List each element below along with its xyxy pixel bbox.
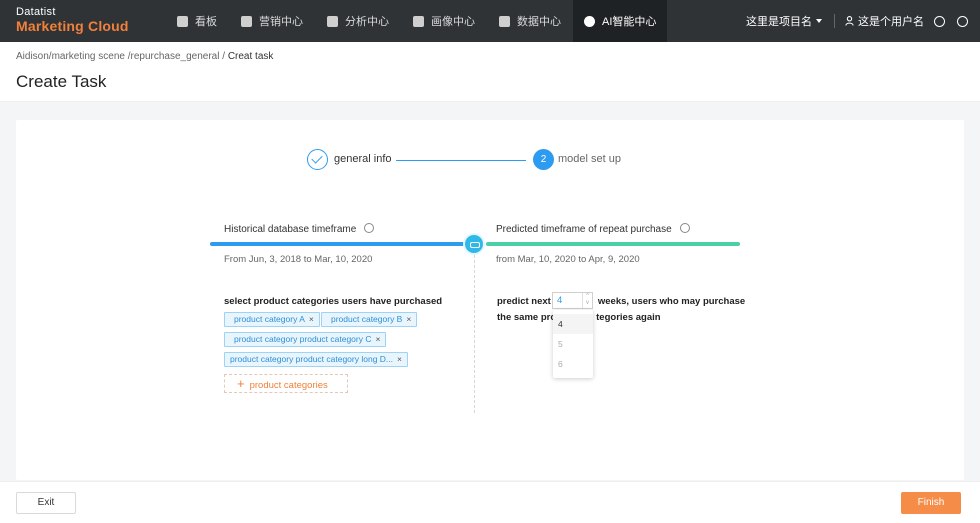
breadcrumb-current: Creat task: [227, 51, 274, 62]
top-right-area: 这里是项目名 这是个用户名: [746, 0, 980, 42]
divider: [834, 14, 835, 28]
page-title: Create Task: [16, 72, 107, 91]
settings-icon[interactable]: [957, 15, 968, 27]
page-header: Aidison/marketing scene /repurchase_gene…: [0, 42, 980, 102]
breadcrumb-item[interactable]: /repurchase_general: [128, 51, 220, 62]
chevron-up-icon[interactable]: ^: [583, 293, 592, 300]
predicted-title: Predicted timeframe of repeat purchase: [496, 223, 690, 235]
nav-item-ai[interactable]: AI智能中心: [573, 0, 668, 42]
nav-item-data[interactable]: 数据中心: [487, 0, 573, 42]
weeks-dropdown: 4 5 6: [553, 310, 593, 378]
category-tag: product category B ×: [321, 312, 418, 327]
nav-item-label: 分析中心: [345, 16, 389, 28]
weeks-value: 4: [557, 295, 563, 306]
divider: [474, 255, 475, 413]
portrait-icon: [413, 15, 424, 27]
username: 这是个用户名: [858, 16, 924, 28]
nav-item-marketing[interactable]: 营销中心: [229, 0, 315, 42]
marketing-icon: [241, 15, 252, 27]
breadcrumb-item[interactable]: marketing scene: [52, 51, 125, 62]
plus-icon: +: [237, 376, 245, 391]
tag-label: product category product category C: [234, 334, 372, 344]
data-icon: [499, 15, 510, 27]
info-icon[interactable]: [679, 223, 690, 234]
logo[interactable]: Datatist Marketing Cloud: [16, 6, 129, 35]
historical-range: From Jun, 3, 2018 to Mar, 10, 2020: [224, 254, 373, 265]
predict-text-line1: predict next weeks, users who may purchas…: [497, 296, 745, 307]
dropdown-option[interactable]: 4: [553, 314, 593, 334]
dashboard-icon: [177, 15, 188, 27]
predicted-range: from Mar, 10, 2020 to Apr, 9, 2020: [496, 254, 640, 265]
close-icon[interactable]: ×: [406, 314, 411, 324]
nav-item-dashboard[interactable]: 看板: [165, 0, 229, 42]
close-icon[interactable]: ×: [376, 334, 381, 344]
predict-suffix: weeks, users who may purchase: [597, 296, 746, 307]
category-tag: product category A ×: [224, 312, 320, 327]
predict-prefix: predict next: [497, 296, 551, 307]
exit-button[interactable]: Exit: [16, 492, 76, 514]
dropdown-option[interactable]: 6: [553, 354, 593, 374]
category-select-label: select product categories users have pur…: [224, 296, 443, 307]
predicted-title-text: Predicted timeframe of repeat purchase: [496, 224, 672, 235]
nav-item-analysis[interactable]: 分析中心: [315, 0, 401, 42]
step-number-2[interactable]: 2: [533, 149, 554, 170]
logo-brand: Datatist: [16, 6, 56, 18]
category-tag: product category product category C ×: [224, 332, 387, 347]
nav-item-label: AI智能中心: [602, 16, 657, 28]
page-footer: Exit Finish: [0, 481, 980, 523]
check-icon[interactable]: [307, 149, 328, 170]
category-tag: product category product category long D…: [224, 352, 408, 367]
tag-label: product category B: [331, 314, 403, 324]
nav-item-label: 看板: [195, 16, 217, 28]
predict-line2-a: the same pro: [497, 312, 557, 323]
user-icon: [845, 16, 854, 26]
nav-item-label: 营销中心: [259, 16, 303, 28]
user-menu[interactable]: 这是个用户名: [845, 13, 924, 29]
main-nav: 看板 营销中心 分析中心 画像中心 数据中心 AI智能中心: [165, 0, 668, 42]
tag-label: product category A: [234, 314, 305, 324]
finish-button[interactable]: Finish: [901, 492, 961, 514]
historical-title-text: Historical database timeframe: [224, 224, 357, 235]
step-connector: [396, 160, 526, 161]
historical-timeline-bar: [210, 242, 478, 246]
nav-item-label: 画像中心: [431, 16, 475, 28]
project-selector[interactable]: 这里是项目名: [746, 13, 822, 29]
task-form-card: general info 2 model set up Historical d…: [16, 120, 964, 480]
tag-label: product category product category long D…: [230, 354, 394, 364]
step-label-model-setup[interactable]: model set up: [558, 153, 621, 165]
analysis-icon: [327, 15, 338, 27]
weeks-number-input[interactable]: 4 ^ v: [552, 292, 593, 309]
predicted-timeline-bar: [486, 242, 740, 246]
breadcrumb-item[interactable]: Aidison/: [16, 51, 52, 62]
help-icon[interactable]: [934, 15, 945, 27]
chevron-down-icon[interactable]: v: [583, 300, 592, 307]
logo-product: Marketing Cloud: [16, 18, 129, 34]
info-icon[interactable]: [364, 223, 375, 234]
historical-title: Historical database timeframe: [224, 223, 375, 235]
nav-item-label: 数据中心: [517, 16, 561, 28]
add-category-label: product categories: [249, 380, 328, 391]
caret-down-icon: [816, 19, 822, 23]
timeline-split-handle[interactable]: [463, 233, 485, 255]
add-category-button[interactable]: + product categories: [224, 374, 348, 393]
close-icon[interactable]: ×: [397, 354, 402, 364]
predict-line2-b: tegories again: [596, 312, 661, 323]
top-navbar: Datatist Marketing Cloud 看板 营销中心 分析中心 画像…: [0, 0, 980, 42]
dropdown-option[interactable]: 5: [553, 334, 593, 354]
project-name: 这里是项目名: [746, 16, 812, 28]
ai-icon: [584, 15, 595, 27]
breadcrumb-separator: /: [222, 51, 226, 62]
nav-item-portrait[interactable]: 画像中心: [401, 0, 487, 42]
stepper: general info 2 model set up: [307, 149, 637, 173]
breadcrumb: Aidison/marketing scene /repurchase_gene…: [16, 51, 273, 62]
close-icon[interactable]: ×: [309, 314, 314, 324]
step-label-general-info[interactable]: general info: [334, 153, 392, 165]
stepper-arrows[interactable]: ^ v: [582, 293, 592, 308]
